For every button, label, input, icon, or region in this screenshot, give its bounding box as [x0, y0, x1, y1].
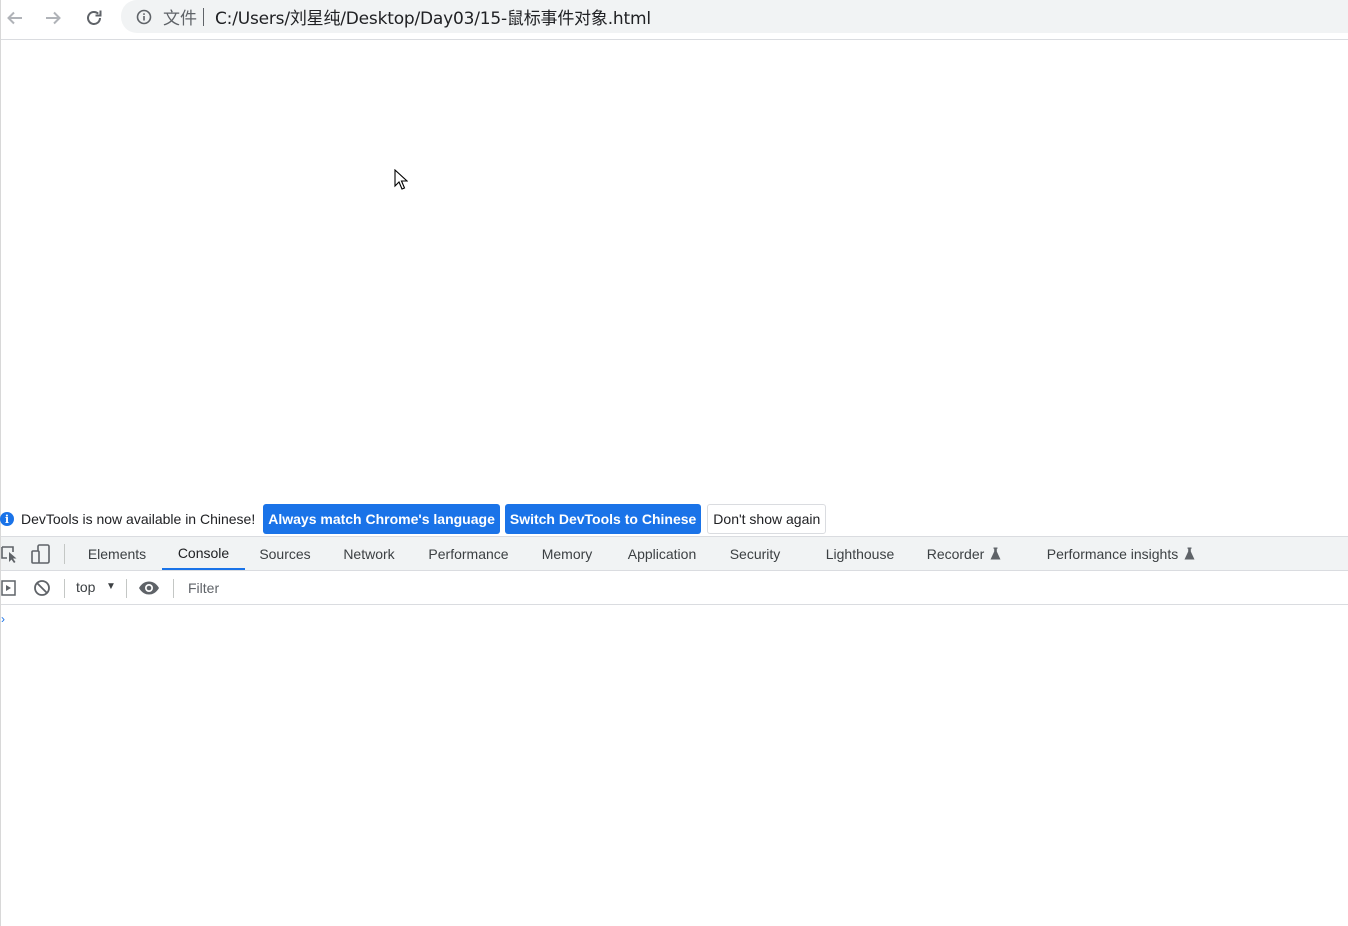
- device-toolbar-icon[interactable]: [30, 544, 52, 564]
- arrow-right-icon: [46, 11, 61, 25]
- infobar-message: DevTools is now available in Chinese!: [21, 511, 256, 527]
- console-toolbar-separator: [126, 579, 127, 598]
- browser-window: 文件 C:/Users/刘星纯/Desktop/Day03/15-鼠标事件对象.…: [0, 0, 1348, 926]
- devtools-language-infobar: i DevTools is now available in Chinese! …: [0, 502, 1348, 536]
- tab-recorder-label: Recorder: [926, 545, 985, 562]
- show-sidebar-icon[interactable]: [1, 579, 17, 597]
- arrow-left-icon: [7, 11, 22, 25]
- tab-security[interactable]: Security: [717, 537, 793, 570]
- tab-application[interactable]: Application: [613, 537, 711, 570]
- back-button[interactable]: [1, 4, 29, 32]
- console-toolbar-separator: [64, 579, 65, 598]
- live-expression-eye-icon[interactable]: [138, 580, 160, 596]
- switch-to-chinese-button[interactable]: Switch DevTools to Chinese: [504, 504, 702, 534]
- context-selector[interactable]: top: [76, 579, 95, 595]
- clear-console-icon[interactable]: [33, 579, 51, 597]
- browser-toolbar: 文件 C:/Users/刘星纯/Desktop/Day03/15-鼠标事件对象.…: [1, 0, 1348, 40]
- tab-performance-insights-label: Performance insights: [1046, 545, 1179, 562]
- url-text[interactable]: C:/Users/刘星纯/Desktop/Day03/15-鼠标事件对象.htm…: [215, 4, 651, 29]
- reload-button[interactable]: [80, 4, 108, 32]
- reload-icon: [87, 10, 102, 25]
- experiment-flask-icon: [990, 547, 1001, 560]
- tab-performance-insights[interactable]: Performance insights: [1032, 537, 1210, 570]
- tab-lighthouse[interactable]: Lighthouse: [811, 537, 909, 570]
- tabbar-separator: [64, 544, 65, 564]
- caret-down-icon[interactable]: ▼: [106, 581, 116, 592]
- address-bar[interactable]: 文件 C:/Users/刘星纯/Desktop/Day03/15-鼠标事件对象.…: [121, 0, 1348, 33]
- console-prompt-icon: ›: [1, 612, 5, 626]
- tab-performance[interactable]: Performance: [415, 537, 522, 570]
- tab-network[interactable]: Network: [327, 537, 411, 570]
- console-filter-input[interactable]: [182, 575, 1348, 601]
- dont-show-again-button[interactable]: Don't show again: [707, 504, 827, 534]
- mouse-cursor-icon: [394, 169, 408, 190]
- page-viewport[interactable]: [1, 41, 1348, 502]
- tab-sources[interactable]: Sources: [247, 537, 323, 570]
- scheme-label: 文件: [163, 9, 197, 29]
- always-match-language-button[interactable]: Always match Chrome's language: [263, 504, 500, 534]
- tab-recorder[interactable]: Recorder: [916, 537, 1012, 570]
- info-circle-icon: i: [0, 512, 14, 526]
- forward-button[interactable]: [39, 4, 67, 32]
- tab-elements[interactable]: Elements: [73, 537, 161, 570]
- console-output[interactable]: ›: [1, 605, 1348, 926]
- address-separator: [203, 7, 204, 26]
- console-toolbar: top ▼: [1, 571, 1348, 605]
- devtools-tabbar: Elements Console Sources Network Perform…: [1, 536, 1348, 571]
- info-icon[interactable]: [135, 8, 153, 26]
- experiment-flask-icon: [1184, 547, 1195, 560]
- inspect-element-icon[interactable]: [1, 544, 19, 564]
- console-toolbar-separator: [173, 579, 174, 598]
- tab-memory[interactable]: Memory: [528, 537, 606, 570]
- tab-console[interactable]: Console: [162, 537, 245, 570]
